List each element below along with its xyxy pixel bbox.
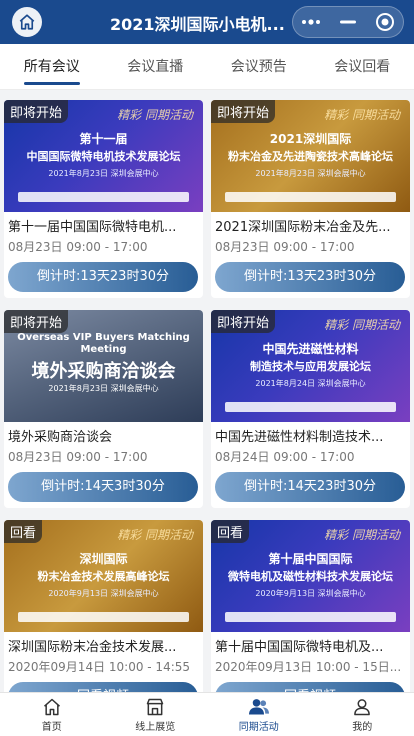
more-dots-icon (302, 19, 321, 25)
meeting-title: 2021深圳国际粉末冶金及先... (215, 220, 391, 235)
countdown-button[interactable]: 倒计时:13天23时30分 (8, 262, 198, 292)
banner-line1: 中国先进磁性材料 (262, 342, 359, 356)
meeting-card[interactable]: 精彩 同期活动 2021深圳国际 粉末冶金及先进陶瓷技术高峰论坛 2021年8月… (211, 100, 410, 298)
sponsor-strip (18, 192, 189, 202)
sponsor-strip (225, 612, 396, 622)
banner-line3: 2020年9月13日 深圳会展中心 (48, 589, 159, 598)
banner-line1: Overseas VIP Buyers Matching Meeting (17, 332, 190, 355)
mini-program-capsule (292, 6, 404, 38)
countdown-button[interactable]: 倒计时:13天23时30分 (215, 262, 405, 292)
banner-line2: 境外采购商洽谈会 (31, 361, 176, 382)
sponsor-strip (225, 402, 396, 412)
status-badge: 即将开始 (4, 310, 69, 333)
replay-button[interactable]: 回看视频 (8, 682, 198, 692)
minimize-button[interactable] (330, 7, 367, 37)
banner-line1: 第十届中国国际 (268, 552, 353, 566)
banner-line2: 微特电机及磁性材料技术发展论坛 (228, 570, 393, 583)
sponsor-strip (18, 612, 189, 622)
meeting-title: 中国先进磁性材料制造技术... (215, 430, 384, 445)
banner-line3: 2020年9月13日 深圳会展中心 (255, 589, 366, 598)
banner-line2: 中国国际微特电机技术发展论坛 (26, 150, 181, 163)
tab-all-meetings[interactable]: 所有会议 (0, 44, 104, 89)
meeting-title: 境外采购商洽谈会 (8, 430, 113, 445)
banner-decoration: 精彩 同期活动 (324, 318, 400, 332)
meeting-date: 08月23日 09:00 - 17:00 (8, 240, 148, 254)
replay-button[interactable]: 回看视频 (215, 682, 405, 692)
banner-line3: 2021年8月24日 深圳会展中心 (255, 379, 366, 388)
meeting-grid: 精彩 同期活动 第十一届 中国国际微特电机技术发展论坛 2021年8月23日 深… (0, 90, 414, 692)
nav-concurrent-events[interactable]: 同期活动 (207, 693, 311, 736)
page-title: 2021深圳国际小电机... (110, 15, 285, 34)
meeting-date: 2020年09月13日 10:00 - 15日... (215, 660, 402, 674)
tab-bar: 所有会议 会议直播 会议预告 会议回看 (0, 44, 414, 90)
people-icon (248, 698, 269, 714)
nav-label: 首页 (41, 721, 62, 733)
meeting-date: 08月24日 09:00 - 17:00 (215, 450, 355, 464)
banner-line2: 粉末冶金技术发展高峰论坛 (37, 570, 170, 583)
sponsor-strip (225, 192, 396, 202)
banner-line2: 粉末冶金及先进陶瓷技术高峰论坛 (228, 150, 393, 163)
status-badge: 即将开始 (211, 310, 276, 333)
minimize-icon (340, 20, 356, 24)
store-icon (147, 698, 164, 715)
target-close-icon (375, 13, 394, 31)
countdown-button[interactable]: 倒计时:14天3时30分 (8, 472, 198, 502)
banner-decoration: 精彩 同期活动 (117, 528, 193, 542)
banner-line1: 2021深圳国际 (269, 132, 352, 146)
status-badge: 即将开始 (211, 100, 276, 123)
home-icon (19, 14, 35, 30)
countdown-button[interactable]: 倒计时:14天23时30分 (215, 472, 405, 502)
banner-decoration: 精彩 同期活动 (117, 108, 193, 122)
status-badge: 回看 (4, 520, 43, 543)
meeting-title: 第十一届中国国际微特电机... (8, 220, 177, 235)
tab-preview[interactable]: 会议预告 (207, 44, 311, 89)
app-header: 2021深圳国际小电机... (0, 0, 414, 44)
nav-home[interactable]: 首页 (0, 693, 104, 736)
nav-label: 同期活动 (238, 721, 279, 733)
nav-mine[interactable]: 我的 (311, 693, 414, 736)
home-button[interactable] (12, 7, 42, 37)
banner-line1: 深圳国际 (79, 552, 128, 566)
banner-line3: 2021年8月23日 深圳会展中心 (255, 169, 366, 178)
banner-decoration: 精彩 同期活动 (324, 528, 400, 542)
nav-label: 我的 (352, 721, 373, 733)
meeting-card[interactable]: 精彩 同期活动 第十一届 中国国际微特电机技术发展论坛 2021年8月23日 深… (4, 100, 203, 298)
nav-online-exhibition[interactable]: 线上展览 (104, 693, 208, 736)
tab-live[interactable]: 会议直播 (104, 44, 208, 89)
status-badge: 即将开始 (4, 100, 69, 123)
meeting-title: 第十届中国国际微特电机及... (215, 640, 384, 655)
meeting-date: 2020年09月14日 10:00 - 14:55 (8, 660, 191, 674)
close-button[interactable] (366, 7, 403, 37)
status-badge: 回看 (211, 520, 250, 543)
banner-line3: 2021年8月23日 深圳会展中心 (48, 169, 159, 178)
meeting-card[interactable]: 精彩 同期活动 中国先进磁性材料 制造技术与应用发展论坛 2021年8月24日 … (211, 310, 410, 508)
tab-replay[interactable]: 会议回看 (311, 44, 414, 89)
meeting-card[interactable]: 精彩 同期活动 深圳国际 粉末冶金技术发展高峰论坛 2020年9月13日 深圳会… (4, 520, 203, 692)
banner-line2: 制造技术与应用发展论坛 (250, 360, 371, 373)
more-button[interactable] (293, 7, 330, 37)
person-icon (354, 698, 371, 715)
banner-line1: 第十一届 (79, 132, 128, 146)
meeting-date: 08月23日 09:00 - 17:00 (8, 450, 148, 464)
bottom-nav: 首页 线上展览 同期活动 我的 (0, 692, 414, 736)
banner-line3: 2021年8月23日 深圳会展中心 (48, 384, 159, 393)
nav-label: 线上展览 (135, 721, 176, 733)
meeting-date: 08月23日 09:00 - 17:00 (215, 240, 355, 254)
banner-decoration: 精彩 同期活动 (324, 108, 400, 122)
home-icon (43, 698, 60, 715)
meeting-title: 深圳国际粉末冶金技术发展... (8, 640, 177, 655)
meeting-card[interactable]: Overseas VIP Buyers Matching Meeting 境外采… (4, 310, 203, 508)
meeting-card[interactable]: 精彩 同期活动 第十届中国国际 微特电机及磁性材料技术发展论坛 2020年9月1… (211, 520, 410, 692)
